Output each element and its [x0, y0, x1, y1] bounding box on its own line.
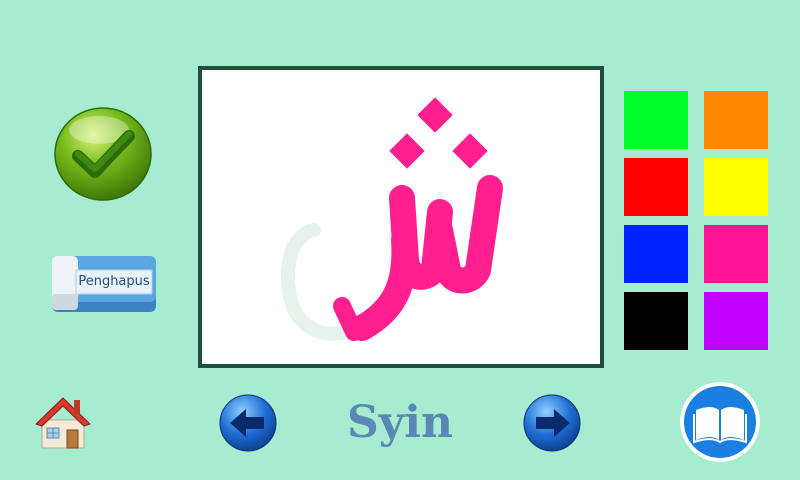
color-swatch-orange[interactable] [704, 91, 768, 149]
arrow-left-icon [219, 394, 277, 452]
swatch-fill [704, 225, 768, 283]
color-swatch-purple[interactable] [704, 292, 768, 350]
previous-letter-button[interactable] [218, 394, 278, 452]
swatch-fill [624, 292, 688, 350]
check-icon [54, 107, 152, 201]
color-swatch-black[interactable] [624, 292, 688, 350]
color-swatch-blue[interactable] [624, 225, 688, 283]
swatch-fill [704, 292, 768, 350]
check-button[interactable] [53, 106, 153, 202]
color-swatch-pink[interactable] [704, 225, 768, 283]
home-icon [35, 397, 91, 449]
eraser-label: Penghapus [78, 274, 150, 289]
book-button[interactable] [678, 380, 762, 464]
swatch-fill [624, 91, 688, 149]
swatch-fill [624, 225, 688, 283]
book-icon [680, 382, 760, 462]
color-swatch-green[interactable] [624, 91, 688, 149]
swatch-fill [704, 158, 768, 216]
arrow-right-icon [523, 394, 581, 452]
home-button[interactable] [32, 392, 94, 452]
color-swatch-yellow[interactable] [704, 158, 768, 216]
swatch-fill [624, 158, 688, 216]
color-swatch-red[interactable] [624, 158, 688, 216]
letter-name-label: Syin [346, 397, 454, 448]
next-letter-button[interactable] [522, 394, 582, 452]
swatch-fill [704, 91, 768, 149]
letter-drawing [280, 97, 503, 341]
eraser-button[interactable]: Penghapus [50, 250, 158, 314]
drawing-canvas[interactable] [198, 66, 604, 368]
